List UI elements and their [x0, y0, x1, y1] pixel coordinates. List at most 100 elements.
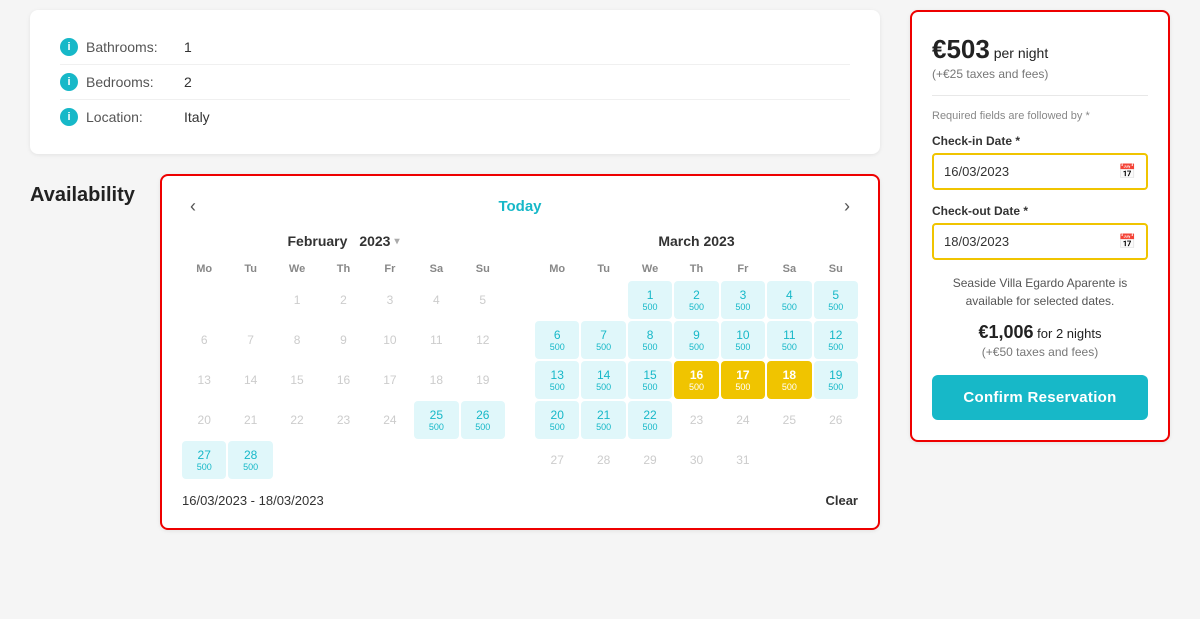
mar-19[interactable]: 19500: [814, 361, 858, 399]
mar-3[interactable]: 3500: [721, 281, 765, 319]
mar-23[interactable]: 23: [674, 401, 718, 439]
feb-18[interactable]: 18: [414, 361, 458, 399]
mar-9[interactable]: 9500: [674, 321, 718, 359]
info-icon-location: i: [60, 108, 78, 126]
mar-5[interactable]: 5500: [814, 281, 858, 319]
feb-11[interactable]: 11: [414, 321, 458, 359]
mar-16[interactable]: 16500: [674, 361, 718, 399]
mar-29[interactable]: 29: [628, 441, 672, 479]
feb-9[interactable]: 9: [321, 321, 365, 359]
date-range-display: 16/03/2023 - 18/03/2023: [182, 493, 324, 508]
col-header-mo: Mo: [182, 259, 226, 279]
feb-26[interactable]: 26500: [461, 401, 505, 439]
mar-27[interactable]: 27: [535, 441, 579, 479]
march-col-tu: Tu: [581, 259, 625, 279]
mar-12[interactable]: 12500: [814, 321, 858, 359]
feb-27[interactable]: 27500: [182, 441, 226, 479]
prev-month-button[interactable]: ‹: [182, 196, 204, 217]
feb-8[interactable]: 8: [275, 321, 319, 359]
mar-15[interactable]: 15500: [628, 361, 672, 399]
mar-18[interactable]: 18500: [767, 361, 811, 399]
feb-17[interactable]: 17: [368, 361, 412, 399]
mar-8[interactable]: 8500: [628, 321, 672, 359]
mar-empty-2: [581, 281, 625, 319]
checkin-input-wrap[interactable]: 📅: [932, 153, 1148, 190]
feb-7[interactable]: 7: [228, 321, 272, 359]
left-section: i Bathrooms: 1 i Bedrooms: 2 i Location:…: [30, 10, 880, 609]
clear-button[interactable]: Clear: [825, 493, 858, 508]
feb-3[interactable]: 3: [368, 281, 412, 319]
mar-2[interactable]: 2500: [674, 281, 718, 319]
feb-21[interactable]: 21: [228, 401, 272, 439]
feb-2[interactable]: 2: [321, 281, 365, 319]
info-row-bedrooms: i Bedrooms: 2: [60, 65, 850, 100]
mar-31[interactable]: 31: [721, 441, 765, 479]
required-note: Required fields are followed by *: [932, 110, 1148, 122]
total-price-row: €1,006 for 2 nights: [932, 322, 1148, 343]
info-row-bathrooms: i Bathrooms: 1: [60, 30, 850, 65]
mar-7[interactable]: 7500: [581, 321, 625, 359]
march-col-sa: Sa: [767, 259, 811, 279]
feb-16[interactable]: 16: [321, 361, 365, 399]
feb-23[interactable]: 23: [321, 401, 365, 439]
mar-17[interactable]: 17500: [721, 361, 765, 399]
march-col-th: Th: [674, 259, 718, 279]
feb-10[interactable]: 10: [368, 321, 412, 359]
feb-15[interactable]: 15: [275, 361, 319, 399]
mar-22[interactable]: 22500: [628, 401, 672, 439]
page-container: i Bathrooms: 1 i Bedrooms: 2 i Location:…: [0, 0, 1200, 619]
mar-4[interactable]: 4500: [767, 281, 811, 319]
mar-30[interactable]: 30: [674, 441, 718, 479]
february-year: 2023: [359, 233, 390, 249]
feb-13[interactable]: 13: [182, 361, 226, 399]
march-grid: Mo Tu We Th Fr Sa Su 1500 2500: [535, 259, 858, 479]
checkout-input-wrap[interactable]: 📅: [932, 223, 1148, 260]
price-taxes: (+€25 taxes and fees): [932, 67, 1148, 81]
availability-title: Availability: [30, 174, 140, 207]
checkin-input[interactable]: [944, 164, 1119, 179]
march-col-we: We: [628, 259, 672, 279]
next-month-button[interactable]: ›: [836, 196, 858, 217]
march-col-su: Su: [814, 259, 858, 279]
checkout-input[interactable]: [944, 234, 1119, 249]
feb-20[interactable]: 20: [182, 401, 226, 439]
bathrooms-value: 1: [184, 39, 192, 55]
confirm-reservation-button[interactable]: Confirm Reservation: [932, 375, 1148, 420]
feb-28[interactable]: 28500: [228, 441, 272, 479]
chevron-down-icon: ▾: [394, 236, 399, 247]
total-nights-label: for 2 nights: [1034, 326, 1102, 341]
feb-12[interactable]: 12: [461, 321, 505, 359]
feb-19[interactable]: 19: [461, 361, 505, 399]
col-header-fr: Fr: [368, 259, 412, 279]
mar-1[interactable]: 1500: [628, 281, 672, 319]
feb-empty-1: [182, 281, 226, 319]
today-button[interactable]: Today: [498, 198, 541, 215]
mar-14[interactable]: 14500: [581, 361, 625, 399]
march-col-fr: Fr: [721, 259, 765, 279]
feb-1[interactable]: 1: [275, 281, 319, 319]
feb-5[interactable]: 5: [461, 281, 505, 319]
right-panel: €503 per night (+€25 taxes and fees) Req…: [910, 10, 1170, 609]
mar-6[interactable]: 6500: [535, 321, 579, 359]
feb-14[interactable]: 14: [228, 361, 272, 399]
feb-empty-2: [228, 281, 272, 319]
feb-22[interactable]: 22: [275, 401, 319, 439]
info-icon-bedrooms: i: [60, 73, 78, 91]
location-value: Italy: [184, 109, 210, 125]
feb-6[interactable]: 6: [182, 321, 226, 359]
mar-21[interactable]: 21500: [581, 401, 625, 439]
feb-4[interactable]: 4: [414, 281, 458, 319]
mar-20[interactable]: 20500: [535, 401, 579, 439]
bedrooms-label: Bedrooms:: [86, 74, 176, 90]
feb-24[interactable]: 24: [368, 401, 412, 439]
mar-13[interactable]: 13500: [535, 361, 579, 399]
march-col-mo: Mo: [535, 259, 579, 279]
mar-28[interactable]: 28: [581, 441, 625, 479]
mar-11[interactable]: 11500: [767, 321, 811, 359]
mar-24[interactable]: 24: [721, 401, 765, 439]
feb-25[interactable]: 25500: [414, 401, 458, 439]
mar-25[interactable]: 25: [767, 401, 811, 439]
mar-26[interactable]: 26: [814, 401, 858, 439]
mar-10[interactable]: 10500: [721, 321, 765, 359]
total-price-amount: €1,006: [979, 322, 1034, 342]
